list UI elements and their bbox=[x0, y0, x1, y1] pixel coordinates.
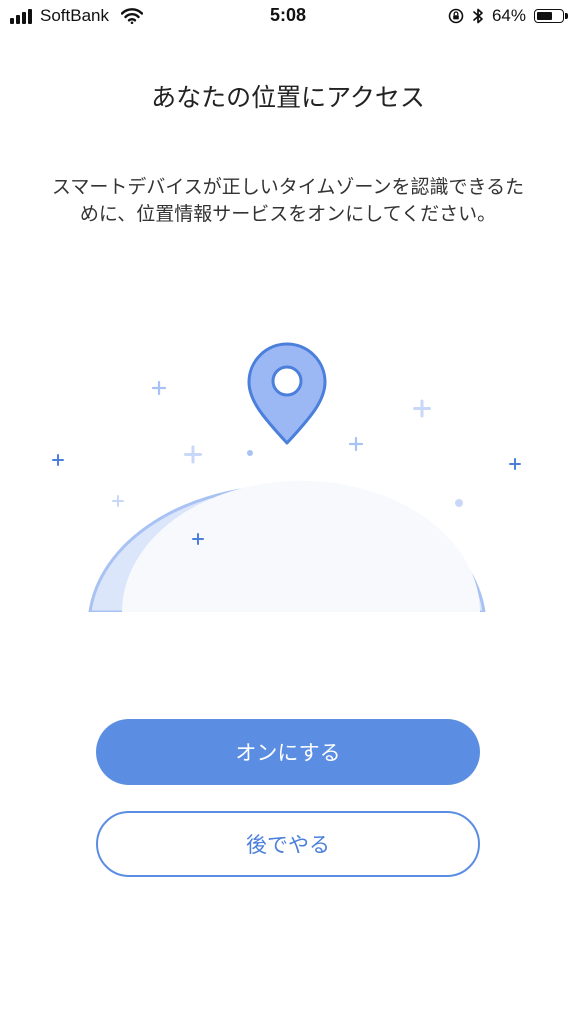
location-pin-icon bbox=[247, 342, 327, 445]
battery-cap bbox=[565, 13, 568, 19]
turn-on-button[interactable]: オンにする bbox=[96, 719, 480, 785]
battery-percent: 64% bbox=[491, 6, 526, 25]
orientation-lock-icon bbox=[448, 8, 464, 24]
later-button[interactable]: 後でやる bbox=[96, 811, 480, 877]
page-title: あなたの位置にアクセス bbox=[151, 83, 425, 112]
battery-icon bbox=[534, 9, 568, 23]
globe-illustration bbox=[80, 480, 500, 620]
page-description: スマートデバイスが正しいタイムゾーンを認識できるために、位置情報サービスをオンに… bbox=[51, 176, 525, 225]
battery-fill bbox=[537, 12, 552, 20]
location-illustration bbox=[52, 342, 521, 620]
status-right: 64% bbox=[448, 6, 568, 26]
status-bar: SoftBank 5:08 64% bbox=[0, 0, 576, 36]
bluetooth-icon bbox=[473, 8, 483, 24]
